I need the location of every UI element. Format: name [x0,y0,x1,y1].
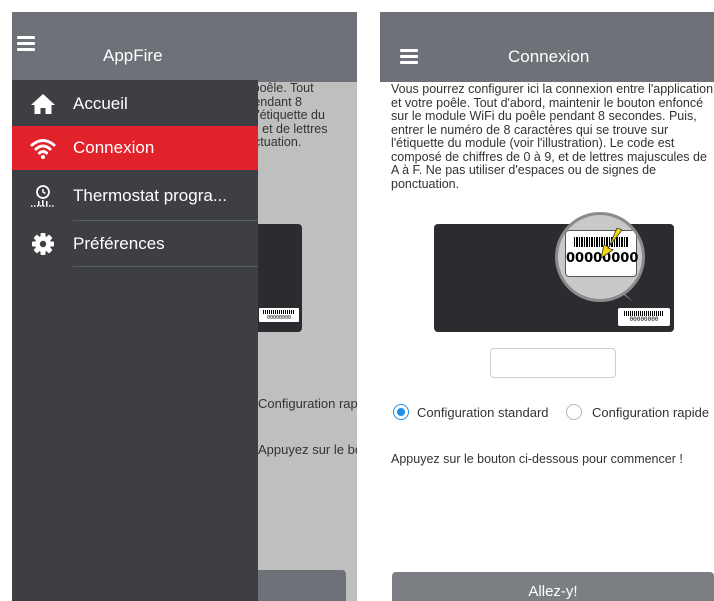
menu-item-thermostat[interactable]: Thermostat progra... [12,174,258,218]
gear-icon [32,233,54,255]
menu-item-label: Préférences [73,234,165,253]
intro-text: Vous pourrez configurer ici la connexion… [391,82,714,191]
drawer-screen: Vous pourrez configurer ici la connexion… [12,12,357,601]
menu-item-connexion[interactable]: Connexion [12,126,258,170]
dimmed-option-text: Configuration rapide [258,396,357,411]
navigation-drawer: AppFire Accueil Connexion Thermostat pro… [12,12,258,601]
start-hint: Appuyez sur le bouton ci-dessous pour co… [391,452,683,466]
sticker-code: 00000000 [629,316,659,323]
drawer-header: AppFire [12,12,258,80]
option-standard-label: Configuration standard [417,405,549,420]
drawer-title: AppFire [103,46,163,65]
arrow-icon [600,228,623,259]
page-title: Connexion [508,47,590,66]
menu-item-preferences[interactable]: Préférences [12,222,258,266]
top-bar: Connexion [380,12,714,82]
dimmed-hint-text: Appuyez sur le bouton ci-dessous pour co… [258,442,357,457]
menu-item-label: Thermostat progra... [73,186,228,205]
menu-item-accueil[interactable]: Accueil [12,82,258,126]
go-button[interactable]: Allez-y! [392,572,714,601]
wifi-icon [30,139,56,159]
code-input[interactable] [490,348,616,378]
menu-item-label: Connexion [73,138,155,157]
dimmed-option-label: Configuration rapide [258,396,357,411]
radio-standard[interactable] [393,404,409,420]
menu-icon[interactable] [17,36,35,51]
menu-item-label: Accueil [73,94,128,113]
home-icon [31,94,55,114]
thermostat-clock-icon [31,185,55,207]
module-sticker: 00000000 [618,308,670,326]
dimmed-go-button [248,570,346,601]
option-rapide-label: Configuration rapide [592,405,710,420]
dimmed-hint: Appuyez sur le bouton ci-dessous pour co… [258,442,357,457]
dimmed-illustration-sticker: 00000000 [259,308,299,322]
menu-divider [73,266,258,267]
menu-icon[interactable] [400,49,418,64]
menu-divider [73,220,258,221]
connexion-screen: Connexion Vous pourrez configurer ici la… [380,12,714,601]
radio-rapide[interactable] [566,404,582,420]
